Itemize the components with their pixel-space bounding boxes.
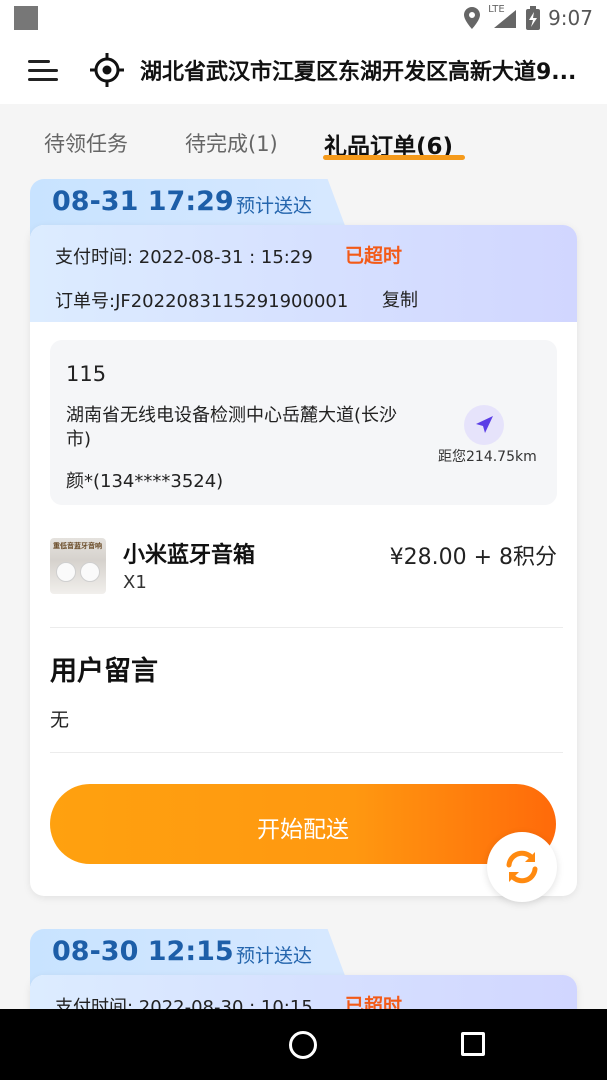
app-header: 湖北省武汉市江夏区东湖开发区高新大道9... xyxy=(0,36,607,104)
order-card: 支付时间: 2022-08-31 : 15:29 已超时 订单号:JF20220… xyxy=(30,225,577,896)
divider xyxy=(50,627,563,628)
speaker-graphic xyxy=(56,562,76,582)
address-panel: 115 湖南省无线电设备检测中心岳麓大道(长沙市) 颜*(134****3524… xyxy=(50,340,557,505)
recents-icon[interactable] xyxy=(461,1032,485,1056)
current-address[interactable]: 湖北省武汉市江夏区东湖开发区高新大道9... xyxy=(140,54,600,86)
divider xyxy=(50,752,563,753)
menu-icon[interactable] xyxy=(28,58,58,82)
delivery-address: 湖南省无线电设备检测中心岳麓大道(长沙市) xyxy=(66,405,398,450)
user-message: 无 xyxy=(50,709,70,731)
refresh-button[interactable] xyxy=(487,832,557,902)
product-quantity: X1 xyxy=(123,572,147,593)
home-icon[interactable] xyxy=(289,1031,317,1059)
clock: 9:07 xyxy=(548,6,593,30)
speaker-graphic xyxy=(80,562,100,582)
delivery-time: 08-30 12:15 xyxy=(52,936,234,967)
address-code: 115 xyxy=(66,362,107,386)
status-icons: LTE 9:07 xyxy=(464,4,593,30)
product-image: 重低音蓝牙音响 xyxy=(50,538,106,594)
location-pin-icon xyxy=(464,7,481,29)
active-tab-indicator xyxy=(323,155,465,160)
tab-to-complete[interactable]: 待完成(1) xyxy=(185,128,278,158)
status-badge: 已超时 xyxy=(345,245,403,267)
order-number: 订单号:JF2022083115291900001 xyxy=(55,291,349,312)
delivery-note: 预计送达 xyxy=(236,945,313,967)
start-delivery-label: 开始配送 xyxy=(257,817,349,843)
refresh-icon xyxy=(506,850,538,884)
distance-label: 距您214.75km xyxy=(438,449,537,465)
signal-icon: LTE xyxy=(488,4,518,30)
locate-icon[interactable] xyxy=(90,53,124,87)
navigation-arrow-icon xyxy=(476,416,493,433)
product-price: ¥28.00 + 8积分 xyxy=(389,545,557,570)
user-message-title: 用户留言 xyxy=(50,656,158,687)
navigate-button[interactable] xyxy=(464,405,504,445)
tab-bar: 待领任务 待完成(1) 礼品订单(6) xyxy=(0,104,607,170)
product-name: 小米蓝牙音箱 xyxy=(123,543,256,568)
payment-time: 支付时间: 2022-08-31 : 15:29 xyxy=(55,247,313,268)
system-nav-bar xyxy=(0,1009,607,1080)
battery-charging-icon xyxy=(526,6,541,30)
delivery-note: 预计送达 xyxy=(236,195,313,217)
start-delivery-button[interactable]: 开始配送 xyxy=(50,784,556,864)
delivery-time: 08-31 17:29 xyxy=(52,186,234,217)
status-bar: LTE 9:07 xyxy=(0,0,607,36)
tab-pending-tasks[interactable]: 待领任务 xyxy=(44,128,128,158)
order-card-header: 支付时间: 2022-08-31 : 15:29 已超时 订单号:JF20220… xyxy=(30,225,577,322)
recipient-contact: 颜*(134****3524) xyxy=(66,471,224,492)
product-image-caption: 重低音蓝牙音响 xyxy=(53,542,102,550)
notification-icon xyxy=(14,6,38,30)
copy-button[interactable]: 复制 xyxy=(382,286,418,312)
